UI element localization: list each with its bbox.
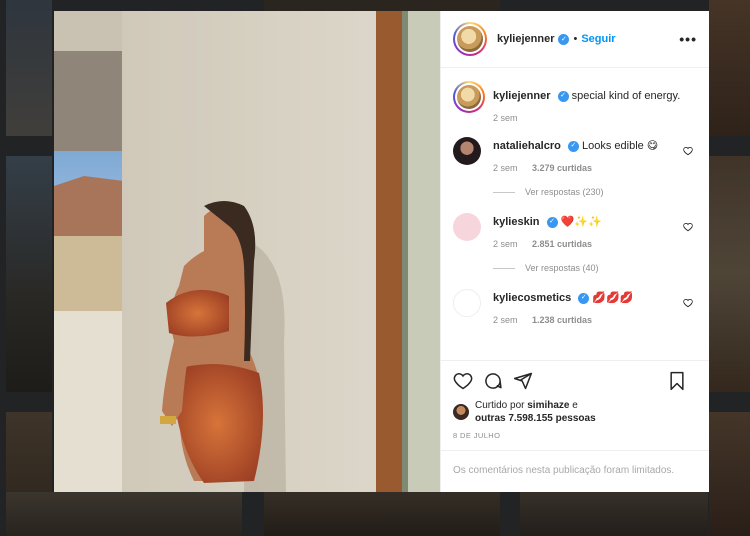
comment-like-heart-icon[interactable]	[683, 146, 693, 156]
caption: kyliejenner ✓ special kind of energy. 2 …	[453, 81, 697, 123]
more-icon[interactable]: •••	[679, 31, 697, 47]
comment-username[interactable]: kyliecosmetics	[493, 292, 571, 304]
liker-avatar[interactable]	[453, 404, 469, 420]
post-side-panel: kyliejenner ✓ • Seguir ••• kyliejenner ✓…	[440, 11, 709, 492]
verified-icon: ✓	[558, 33, 570, 45]
heart-icon[interactable]	[453, 371, 473, 391]
commenter-avatar[interactable]	[453, 289, 481, 317]
comment-username[interactable]: nataliehalcro	[493, 140, 561, 152]
comments-list: kyliejenner ✓ special kind of energy. 2 …	[441, 68, 709, 360]
comment-likes[interactable]: 1.238 curtidas	[532, 315, 592, 325]
liked-by-prefix: Curtido por	[475, 400, 525, 411]
author-avatar[interactable]	[453, 22, 487, 56]
post-date[interactable]: 8 DE JULHO	[453, 431, 697, 440]
caption-time[interactable]: 2 sem	[493, 113, 518, 123]
comment-text: ❤️✨✨	[560, 216, 602, 228]
caption-text: special kind of energy.	[571, 90, 681, 102]
bookmark-icon[interactable]	[667, 371, 687, 391]
comment-time[interactable]: 2 sem	[493, 239, 518, 249]
post-image	[54, 11, 440, 492]
comment-like-heart-icon[interactable]	[683, 222, 693, 232]
comment-icon[interactable]	[483, 371, 503, 391]
liked-by-suffix: e	[572, 400, 578, 411]
verified-icon: ✓	[578, 292, 590, 304]
post-header: kyliejenner ✓ • Seguir •••	[441, 11, 709, 68]
comment-text: 💋💋💋	[592, 292, 634, 304]
verified-icon: ✓	[557, 90, 569, 102]
post-actions: Curtido por simihaze e outras 7.598.155 …	[441, 360, 709, 492]
comment-time[interactable]: 2 sem	[493, 315, 518, 325]
commenter-avatar[interactable]	[453, 137, 481, 165]
view-replies-button[interactable]: Ver respostas (40)	[493, 263, 697, 273]
comment-item: kyliecosmetics ✓ 💋💋💋 2 sem 1.238 curtida…	[453, 289, 697, 325]
comment-item: kylieskin ✓ ❤️✨✨ 2 sem 2.851 curtidas	[453, 213, 697, 249]
comment-likes[interactable]: 2.851 curtidas	[532, 239, 592, 249]
comment-like-heart-icon[interactable]	[683, 298, 693, 308]
comment-text: Looks edible 😋	[581, 140, 659, 152]
separator-dot: •	[573, 33, 578, 45]
caption-avatar[interactable]	[453, 81, 485, 113]
post-photo[interactable]	[54, 11, 440, 492]
others-likes-button[interactable]: outras 7.598.155 pessoas	[475, 413, 596, 424]
comments-limited-notice: Os comentários nesta publicação foram li…	[441, 450, 709, 492]
commenter-avatar[interactable]	[453, 213, 481, 241]
caption-username[interactable]: kyliejenner	[493, 90, 550, 102]
comment-item: nataliehalcro ✓ Looks edible 😋 2 sem 3.2…	[453, 137, 697, 173]
verified-icon: ✓	[567, 140, 579, 152]
share-icon[interactable]	[513, 371, 533, 391]
comment-time[interactable]: 2 sem	[493, 163, 518, 173]
view-replies-button[interactable]: Ver respostas (230)	[493, 187, 697, 197]
comment-likes[interactable]: 3.279 curtidas	[532, 163, 592, 173]
liker-username[interactable]: simihaze	[527, 400, 569, 411]
verified-icon: ✓	[546, 216, 558, 228]
comment-username[interactable]: kylieskin	[493, 216, 539, 228]
post-modal: kyliejenner ✓ • Seguir ••• kyliejenner ✓…	[54, 11, 709, 492]
author-username[interactable]: kyliejenner	[497, 33, 554, 45]
follow-button[interactable]: Seguir	[581, 33, 615, 45]
liked-by: Curtido por simihaze e outras 7.598.155 …	[453, 399, 697, 425]
